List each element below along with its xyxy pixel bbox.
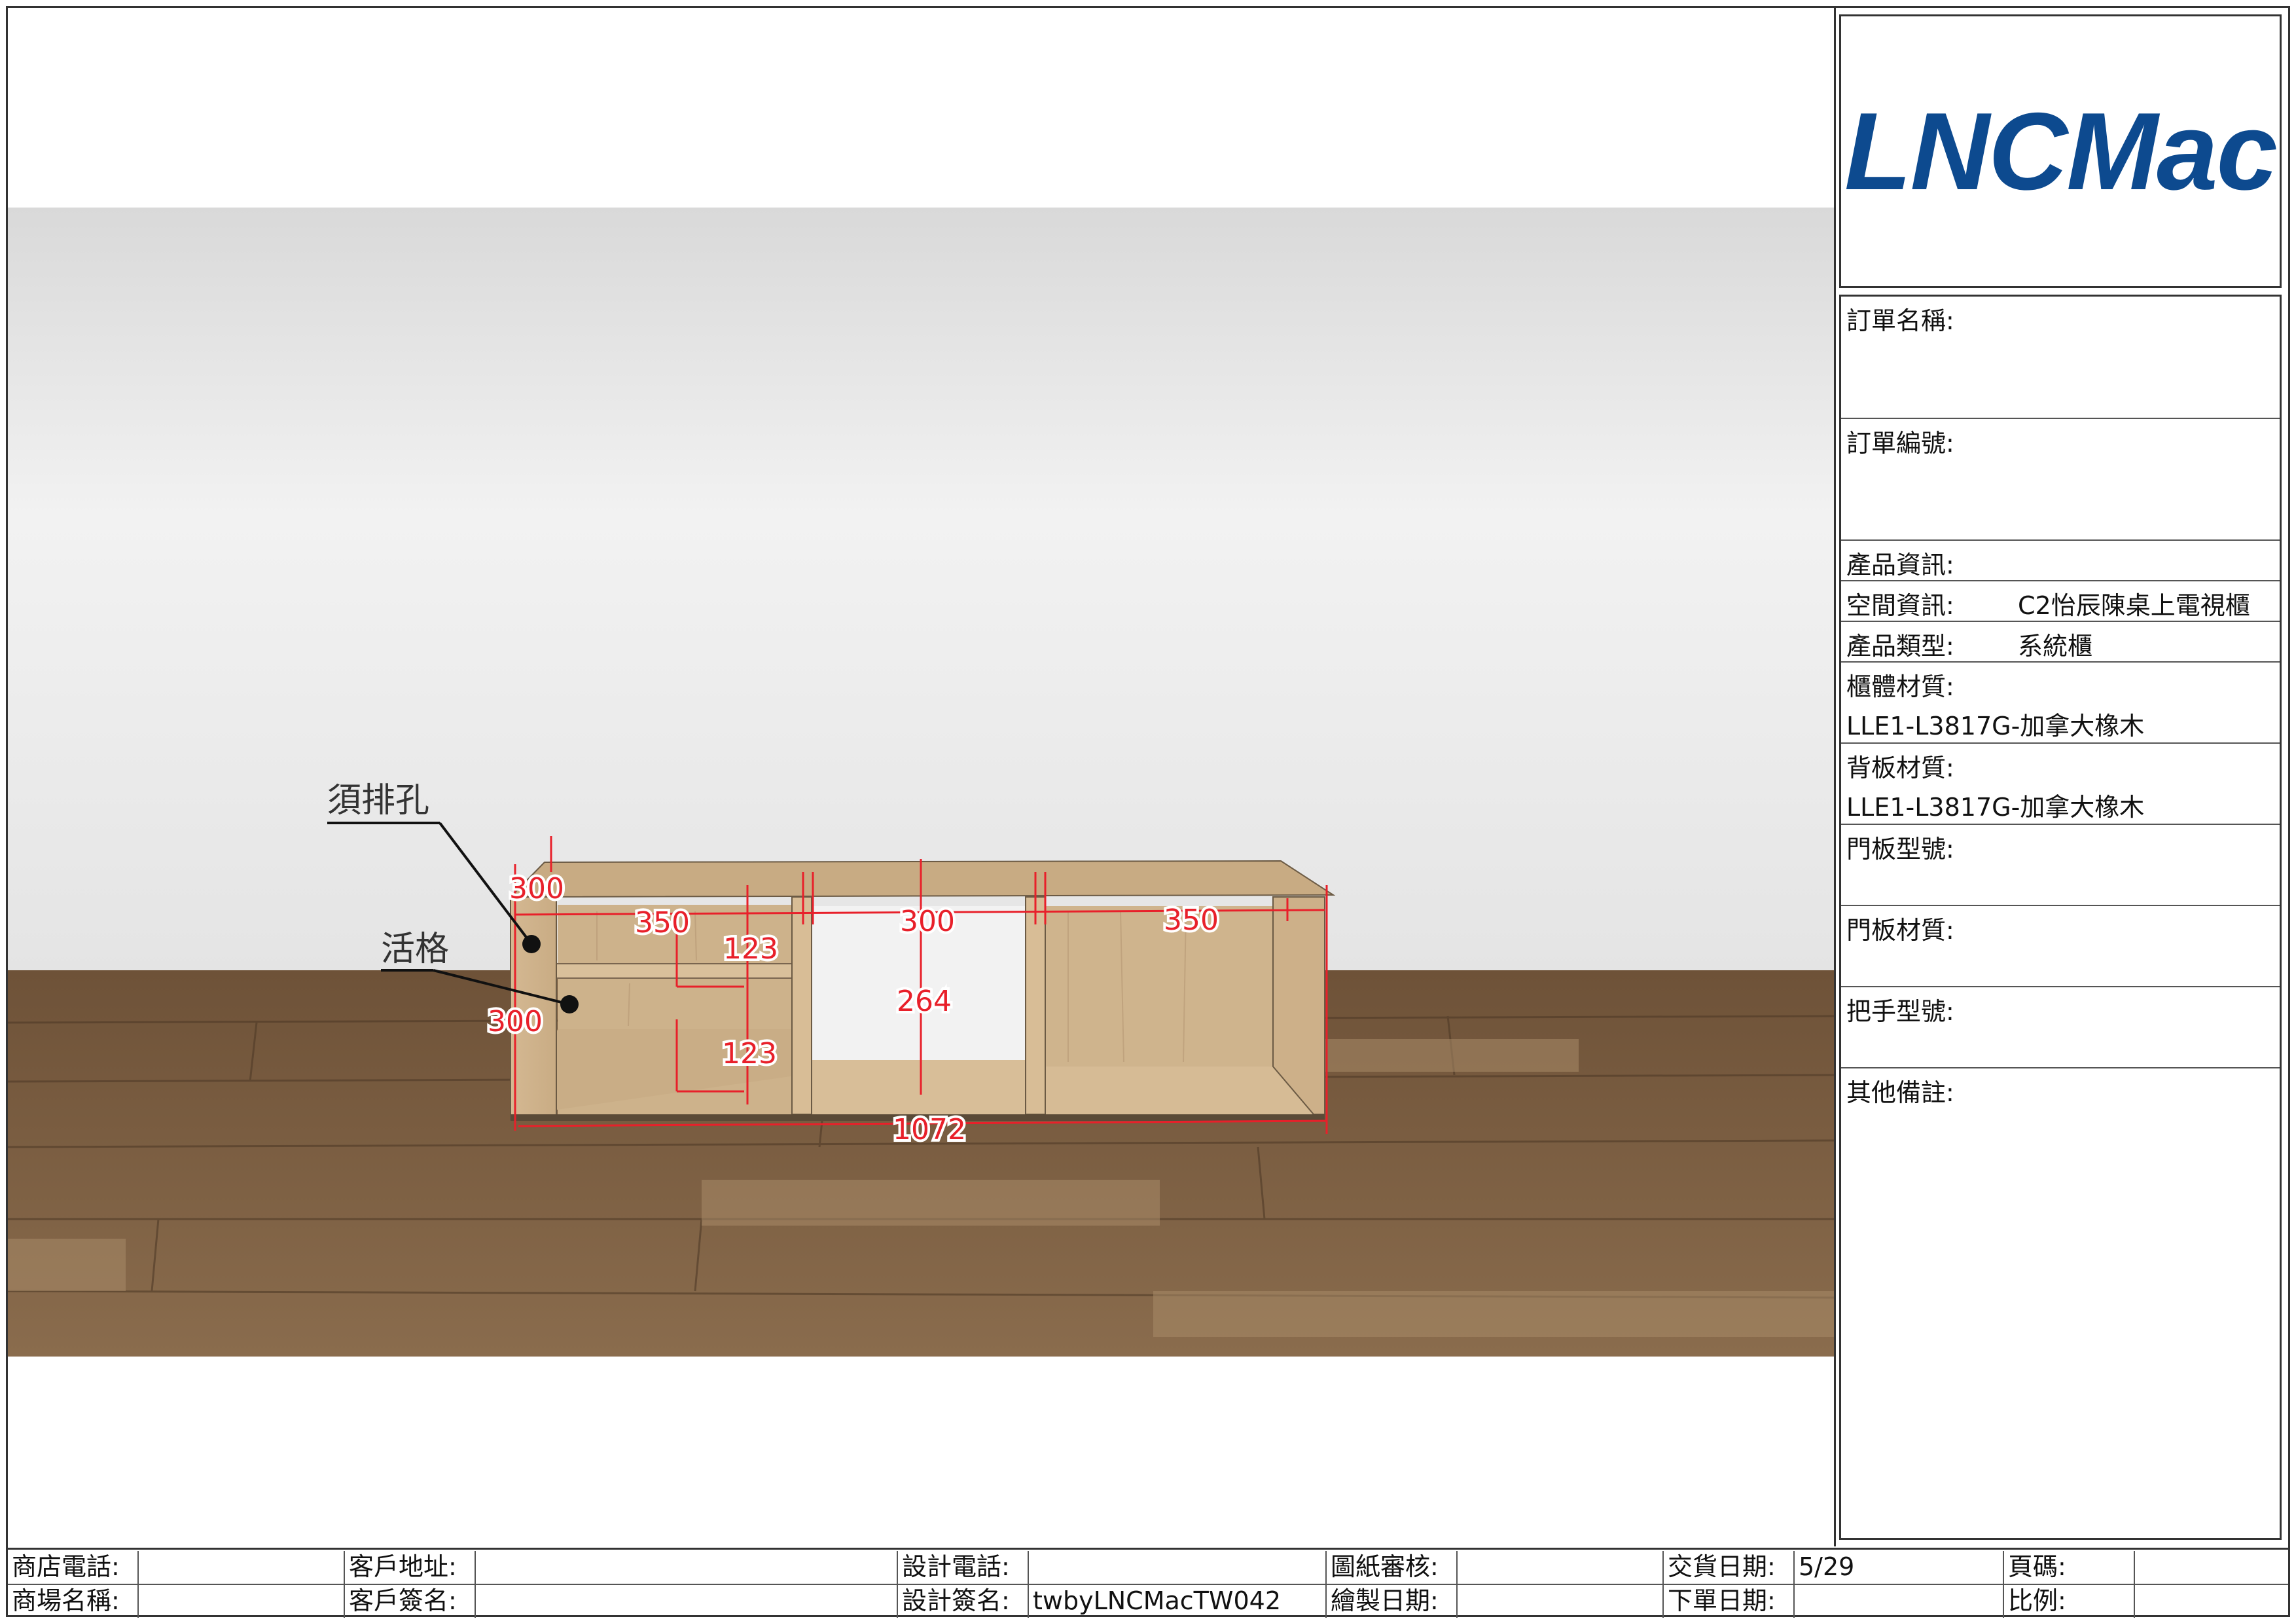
back-material-label: 背板材質: xyxy=(1846,754,1954,782)
title-block: LNCMac 訂單名稱: 訂單編號: 產品資訊: 空間資訊: C2怡辰陳桌上電視… xyxy=(1839,14,2284,1540)
delivery-date-label: 交貨日期: xyxy=(1664,1551,1795,1584)
drill-marker xyxy=(522,935,541,953)
shop-phone-label: 商店電話: xyxy=(8,1551,139,1584)
space-info-label: 空間資訊: xyxy=(1846,591,1954,620)
delivery-date-value: 5/29 xyxy=(1795,1551,2004,1584)
order-name-row: 訂單名稱: xyxy=(1841,297,2280,419)
back-material-value: LLE1-L3817G-加拿大橡木 xyxy=(1846,793,2145,822)
dim-height-mid: 264 xyxy=(897,985,952,1018)
mall-name-value xyxy=(139,1585,345,1618)
titleblock-divider xyxy=(1834,8,1836,1546)
space-info-row: 空間資訊: C2怡辰陳桌上電視櫃 xyxy=(1841,581,2280,622)
body-material-row: 櫃體材質: LLE1-L3817G-加拿大橡木 xyxy=(1841,663,2280,744)
drawing-date-label: 繪製日期: xyxy=(1327,1585,1458,1618)
handle-model-row: 把手型號: xyxy=(1841,987,2280,1068)
door-model-label: 門板型號: xyxy=(1846,835,1954,864)
scale-label: 比例: xyxy=(2004,1585,2135,1618)
page-label: 頁碼: xyxy=(2004,1551,2135,1584)
door-model-row: 門板型號: xyxy=(1841,825,2280,906)
drawing-review-value xyxy=(1458,1551,1664,1584)
mall-name-label: 商場名稱: xyxy=(8,1585,139,1618)
drill-annotation: 須排孔 xyxy=(327,781,429,820)
product-info-label: 產品資訊: xyxy=(1846,551,1954,579)
order-date-value xyxy=(1795,1585,2004,1618)
order-no-row: 訂單編號: xyxy=(1841,419,2280,541)
order-info-panel: 訂單名稱: 訂單編號: 產品資訊: 空間資訊: C2怡辰陳桌上電視櫃 產品類型:… xyxy=(1839,295,2282,1540)
scale-value xyxy=(2135,1585,2288,1618)
cabinet-render: 須排孔 活格 300 350 300 350 123 264 300 123 1… xyxy=(8,208,1834,1357)
footer-table: 商店電話: 客戶地址: 設計電話: 圖紙審核: 交貨日期: 5/29 頁碼: 商… xyxy=(8,1548,2288,1618)
dim-height-left: 300 xyxy=(488,1005,543,1038)
product-type-row: 產品類型: 系統櫃 xyxy=(1841,622,2280,663)
door-material-row: 門板材質: xyxy=(1841,906,2280,987)
client-address-value xyxy=(476,1551,898,1584)
order-no-label: 訂單編號: xyxy=(1846,429,1954,458)
shelf-annotation: 活格 xyxy=(381,930,449,969)
remarks-row: 其他備註: xyxy=(1841,1068,2280,1527)
order-name-label: 訂單名稱: xyxy=(1846,306,1954,335)
client-sign-value xyxy=(476,1585,898,1618)
design-phone-value xyxy=(1029,1551,1327,1584)
dim-width-mid: 300 xyxy=(900,905,955,938)
render-view: 須排孔 活格 300 350 300 350 123 264 300 123 1… xyxy=(8,8,1834,1546)
dim-width-right: 350 xyxy=(1164,903,1219,937)
brand-logo: LNCMac xyxy=(1844,89,2278,213)
dim-total-width: 1072 xyxy=(893,1113,966,1146)
shop-phone-value xyxy=(139,1551,345,1584)
shelf-marker xyxy=(560,995,579,1013)
order-date-label: 下單日期: xyxy=(1664,1585,1795,1618)
product-type-value: 系統櫃 xyxy=(2018,632,2093,661)
drawing-date-value xyxy=(1458,1585,1664,1618)
door-material-label: 門板材質: xyxy=(1846,916,1954,945)
space-info-value: C2怡辰陳桌上電視櫃 xyxy=(2018,591,2250,620)
product-info-row: 產品資訊: xyxy=(1841,541,2280,581)
remarks-label: 其他備註: xyxy=(1846,1078,1954,1107)
client-sign-label: 客戶簽名: xyxy=(345,1585,476,1618)
body-material-value: LLE1-L3817G-加拿大橡木 xyxy=(1846,712,2145,740)
logo-box: LNCMac xyxy=(1839,14,2282,288)
product-type-label: 產品類型: xyxy=(1846,632,1954,661)
page-value xyxy=(2135,1551,2288,1584)
body-material-label: 櫃體材質: xyxy=(1846,672,1954,701)
handle-model-label: 把手型號: xyxy=(1846,997,1954,1026)
drawing-review-label: 圖紙審核: xyxy=(1327,1551,1458,1584)
design-phone-label: 設計電話: xyxy=(898,1551,1029,1584)
back-material-row: 背板材質: LLE1-L3817G-加拿大橡木 xyxy=(1841,744,2280,825)
dim-shelf-lower: 123 xyxy=(722,1037,777,1070)
dim-depth-top: 300 xyxy=(509,872,564,905)
client-address-label: 客戶地址: xyxy=(345,1551,476,1584)
dim-width-left: 350 xyxy=(635,906,690,939)
design-sign-value: twbyLNCMacTW042 xyxy=(1029,1585,1327,1618)
design-sign-label: 設計簽名: xyxy=(898,1585,1029,1618)
dim-shelf-upper: 123 xyxy=(723,932,778,966)
